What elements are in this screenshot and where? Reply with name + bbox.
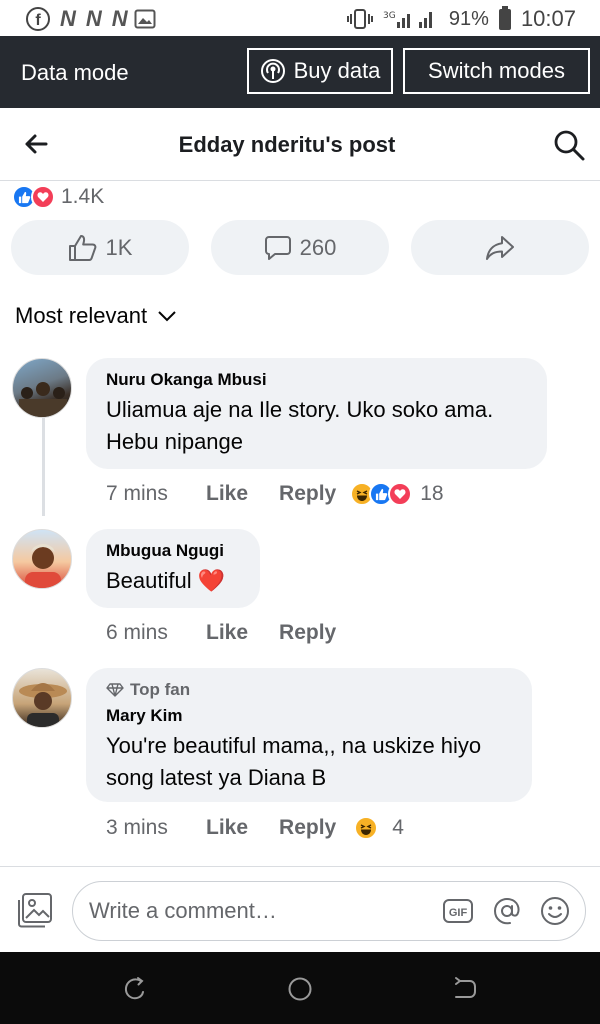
top-fan-badge: Top fan [106,680,512,700]
comment-reactions[interactable]: 18 [350,482,444,506]
mention-icon[interactable] [491,895,523,927]
avatar[interactable] [12,668,72,728]
thread-line [42,418,45,516]
comment-bubble[interactable]: Nuru Okanga Mbusi Uliamua aje na Ile sto… [86,358,547,469]
comment-text: Uliamua aje na Ile story. Uko soko ama. … [106,397,494,454]
notification-icons: f N N N [26,6,156,32]
status-bar: f N N N 3G 91% 10:07 [0,0,600,36]
gallery-notification-icon [134,9,156,29]
comment-like-button[interactable]: Like [206,621,248,645]
comment-author[interactable]: Mary Kim [106,706,512,726]
post-header: Edday nderitu's post [0,108,600,181]
share-icon [486,235,514,260]
like-count: 1K [105,234,133,260]
comment-author[interactable]: Mbugua Ngugi [106,541,240,561]
comment-author[interactable]: Nuru Okanga Mbusi [106,370,527,390]
back-nav-icon[interactable] [452,976,478,1002]
comment-reply-button[interactable]: Reply [279,816,336,840]
comment-reply-button[interactable]: Reply [279,621,336,645]
reaction-count: 18 [420,482,444,505]
battery-icon [498,5,511,30]
like-button[interactable]: 1K [11,220,189,275]
navigation-bar [0,952,600,1024]
comment-time: 6 mins [106,621,168,644]
battery-percent: 91% [448,7,489,30]
comment-reactions[interactable]: 4 [354,816,404,840]
comment-like-button[interactable]: Like [206,482,248,506]
emoji-icon[interactable] [539,895,571,927]
thumbs-up-icon [68,234,96,261]
data-mode-title: Data mode [21,60,129,85]
search-icon[interactable] [552,128,586,162]
comment-time: 7 mins [106,482,168,505]
comment-like-button[interactable]: Like [206,816,248,840]
comment-meta: 3 mins Like Reply 4 [106,816,404,840]
avatar[interactable] [12,358,72,418]
comment-time: 3 mins [106,816,168,839]
switch-modes-label: Switch modes [428,58,565,83]
signal-icon: 3G [383,11,432,28]
facebook-notification-icon: f [26,7,50,31]
avatar[interactable] [12,529,72,589]
comment-text: You're beautiful mama,, na uskize hiyo s… [106,733,482,790]
sort-dropdown[interactable]: Most relevant [15,303,177,329]
reaction-summary[interactable]: 1.4K [12,185,104,209]
comment-count: 260 [299,234,337,260]
diamond-icon [106,683,124,697]
comment-reply-button[interactable]: Reply [279,482,336,506]
vibrate-icon [346,9,373,29]
top-fan-label: Top fan [130,680,191,699]
chevron-down-icon [158,311,176,322]
share-button[interactable] [411,220,589,275]
comment-meta: 6 mins Like Reply [106,621,367,645]
sort-label: Most relevant [15,303,148,328]
comment-text-body: Beautiful [106,568,198,593]
buy-data-label: Buy data [293,58,381,83]
data-mode-banner: Data mode Buy data Switch modes [0,36,600,108]
love-reaction-icon [388,482,413,506]
haha-reaction-icon [354,816,379,840]
clock: 10:07 [520,6,576,31]
notification-n-icon: N [111,6,128,31]
comment-button[interactable]: 260 [211,220,389,275]
svg-text:3G: 3G [383,11,396,21]
switch-modes-button[interactable]: Switch modes [403,48,590,94]
comment-composer: GIF [0,866,600,952]
reaction-total: 1.4K [61,185,105,208]
comment-bubble[interactable]: Mbugua Ngugi Beautiful ❤️ [86,529,260,608]
comment-meta: 7 mins Like Reply 18 [106,482,444,506]
broadcast-icon [260,59,285,83]
buy-data-button[interactable]: Buy data [247,48,393,94]
heart-emoji: ❤️ [197,568,226,593]
recents-icon[interactable] [121,976,147,1002]
notification-n-icon: N [60,6,76,31]
notification-n-icon: N [85,6,102,31]
reaction-count: 4 [392,816,404,839]
comment-bubble[interactable]: Top fan Mary Kim You're beautiful mama,,… [86,668,532,802]
page-title: Edday nderitu's post [178,132,396,157]
comment-text: Beautiful ❤️ [106,565,240,597]
svg-text:GIF: GIF [449,907,468,919]
love-reaction-icon [31,185,55,209]
comment-icon [264,235,291,260]
home-icon[interactable] [287,976,313,1002]
system-icons: 3G 91% 10:07 [346,5,576,32]
gif-icon[interactable]: GIF [442,895,474,927]
photo-icon[interactable] [16,891,54,929]
